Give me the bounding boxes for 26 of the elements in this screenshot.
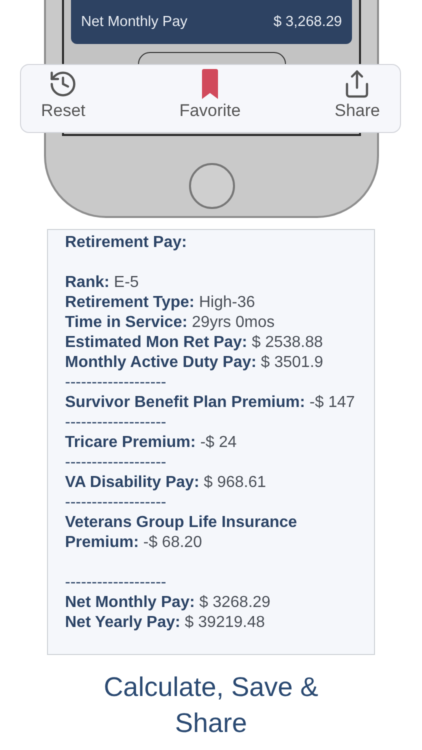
dashed-divider: ------------------- <box>65 494 166 511</box>
home-button[interactable] <box>188 163 234 209</box>
report-heading: Retirement Pay: <box>65 234 187 251</box>
summary-label: Net Monthly Pay <box>81 14 188 30</box>
bookmark-icon <box>202 69 218 99</box>
report-line: Tricare Premium: -$ 24 <box>65 433 238 453</box>
report-line: Rank: E-5 <box>65 273 140 293</box>
report-line: Veterans Group Life Insurance Premium: -$ 68.20 <box>65 513 298 553</box>
history-icon <box>48 69 78 99</box>
caption-heading: Calculate, Save & Share <box>102 671 320 740</box>
dashed-divider: ------------------- <box>65 414 166 431</box>
report-line: Retirement Type: High-36 <box>65 293 256 313</box>
report-line: VA Disability Pay: $ 968.61 <box>65 473 267 493</box>
report-line: Survivor Benefit Plan Premium: -$ 147 <box>65 393 356 413</box>
action-button[interactable]: Share <box>328 69 386 132</box>
dashed-divider: ------------------- <box>65 374 166 391</box>
dashed-divider: ------------------- <box>65 454 166 471</box>
action-button[interactable]: Reset <box>35 69 92 132</box>
summary-value: $ 3,268.29 <box>273 14 342 30</box>
report-line: Net Monthly Pay: $ 3268.29 <box>65 593 272 613</box>
dashed-divider: ------------------- <box>65 574 166 591</box>
report-line: Net Yearly Pay: $ 39219.48 <box>65 613 266 633</box>
report-line: Monthly Active Duty Pay: $ 3501.9 <box>65 353 324 373</box>
report-line: Estimated Mon Ret Pay: $ 2538.88 <box>65 333 324 353</box>
report-line: Time in Service: 29yrs 0mos <box>65 313 276 333</box>
action-button[interactable]: Favorite <box>173 69 247 132</box>
